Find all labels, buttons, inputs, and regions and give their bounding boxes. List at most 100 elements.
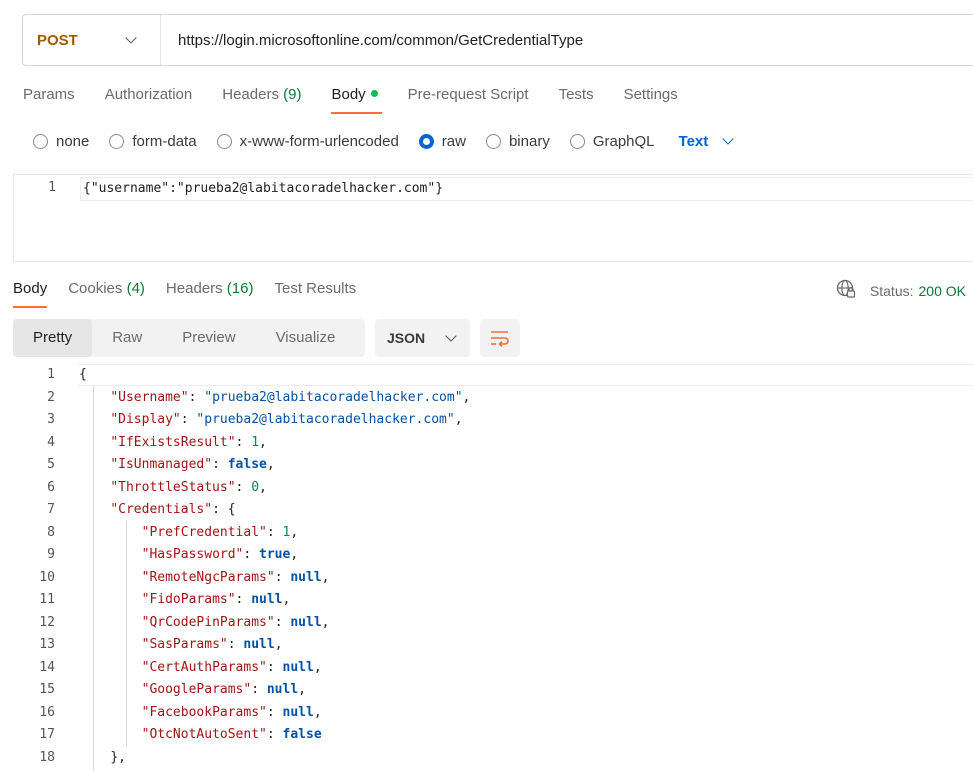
code-line: 6 "ThrottleStatus": 0, (13, 477, 973, 500)
tab-authorization[interactable]: Authorization (105, 84, 193, 114)
radio-label: form-data (132, 132, 197, 150)
code-text: "Display": "prueba2@labitacoradelhacker.… (79, 409, 462, 431)
tab-settings[interactable]: Settings (624, 84, 678, 114)
radio-label: raw (441, 132, 466, 150)
tab-tests[interactable]: Tests (559, 84, 594, 114)
radio-raw[interactable]: raw (418, 132, 466, 150)
code-text: "Credentials": { (79, 499, 236, 521)
tab-body[interactable]: Body (331, 84, 382, 114)
view-preview[interactable]: Preview (162, 319, 255, 357)
status-value[interactable]: 200 OK (919, 283, 966, 299)
json-value: null (282, 704, 314, 720)
raw-format-select[interactable]: Text (679, 133, 734, 150)
radio-x-www-form-urlencoded[interactable]: x-www-form-urlencoded (216, 132, 399, 150)
code-line: 2 "Username": "prueba2@labitacoradelhack… (13, 387, 973, 410)
method-select[interactable]: POST (23, 15, 161, 65)
radio-label: GraphQL (592, 132, 655, 150)
radio-label: binary (508, 132, 550, 150)
json-punct: , (290, 547, 299, 562)
tab-cookies[interactable]: Cookies (4) (68, 278, 145, 308)
globe-icon[interactable] (836, 279, 856, 302)
tab-label: Tests (558, 86, 594, 103)
json-value: null (251, 592, 283, 607)
json-punct: : (274, 569, 291, 585)
json-punct: { (79, 367, 87, 382)
line-number: 1 (48, 180, 56, 195)
tab-count: (9) (283, 86, 302, 103)
json-punct: : (212, 457, 228, 472)
json-punct: : (235, 479, 252, 495)
json-punct: : (274, 614, 291, 630)
tab-label: Cookies (68, 280, 123, 297)
radio-checked-icon (418, 133, 434, 149)
line-number: 17 (39, 727, 55, 742)
view-mode-selector: Pretty Raw Preview Visualize (13, 319, 365, 357)
wrap-lines-button[interactable] (480, 319, 520, 357)
radio-form-data[interactable]: form-data (109, 132, 197, 150)
line-number: 4 (47, 434, 55, 450)
tab-count: (16) (226, 280, 254, 297)
radio-graphql[interactable]: GraphQL (569, 132, 655, 150)
json-key: "HasPassword" (141, 547, 244, 562)
line-number: 9 (47, 547, 55, 562)
radio-binary[interactable]: binary (485, 132, 550, 150)
code-text: "IsUnmanaged": false, (79, 454, 274, 476)
tab-response-headers[interactable]: Headers (16) (166, 278, 254, 308)
request-body-code[interactable]: {"username":"prueba2@labitacoradelhacker… (80, 177, 973, 201)
code-line: 8 "PrefCredential": 1, (13, 522, 973, 545)
code-line: 13 "SasParams": null, (13, 634, 973, 657)
code-text: "GoogleParams": null, (79, 679, 306, 701)
tab-params[interactable]: Params (23, 84, 75, 114)
json-punct: : (188, 389, 205, 405)
json-value: null (290, 614, 322, 630)
code-line: 3 "Display": "prueba2@labitacoradelhacke… (13, 409, 973, 432)
json-punct: : { (212, 502, 236, 517)
code-line: 9 "HasPassword": true, (13, 544, 973, 567)
request-body-editor[interactable]: 1 {"username":"prueba2@labitacoradelhack… (13, 174, 973, 262)
radio-none[interactable]: none (33, 133, 89, 150)
json-key: "Username" (110, 389, 189, 405)
url-input[interactable]: https://login.microsoftonline.com/common… (161, 32, 583, 49)
json-key: "IsUnmanaged" (110, 457, 213, 472)
view-visualize[interactable]: Visualize (256, 319, 356, 357)
json-value: "prueba2@labitacoradelhacker.com" (204, 389, 463, 405)
tab-label: Params (23, 86, 75, 103)
code-text: "FidoParams": null, (79, 589, 291, 611)
code-text: "QrCodePinParams": null, (79, 612, 330, 634)
chevron-down-icon (445, 330, 457, 342)
tab-test-results[interactable]: Test Results (274, 278, 356, 308)
line-number: 15 (39, 682, 55, 697)
json-key: "RemoteNgcParams" (141, 569, 275, 585)
view-raw[interactable]: Raw (92, 319, 162, 357)
json-value: true (259, 547, 291, 562)
code-text: "ThrottleStatus": 0, (79, 477, 267, 499)
json-key: "Credentials" (110, 502, 213, 517)
response-format-select[interactable]: JSON (375, 319, 470, 357)
json-punct: : (266, 524, 283, 540)
radio-icon (569, 133, 585, 149)
json-punct: : (266, 659, 283, 675)
json-punct: , (462, 389, 471, 405)
tab-label: Body (331, 86, 366, 103)
code-line: 15 "GoogleParams": null, (13, 679, 973, 702)
code-text: "OtcNotAutoSent": false (79, 724, 322, 746)
response-body-viewer[interactable]: 1{2 "Username": "prueba2@labitacoradelha… (13, 364, 973, 771)
tab-response-body[interactable]: Body (13, 278, 48, 308)
code-line: 10 "RemoteNgcParams": null, (13, 567, 973, 590)
tab-pre-request-script[interactable]: Pre-request Script (408, 84, 529, 114)
json-punct: , (282, 592, 291, 607)
code-text: "SasParams": null, (79, 634, 283, 656)
json-punct: , (321, 614, 330, 630)
radio-label: x-www-form-urlencoded (239, 132, 399, 150)
code-text: "PrefCredential": 1, (79, 522, 299, 544)
line-number: 8 (47, 524, 55, 540)
view-pretty[interactable]: Pretty (13, 319, 93, 357)
tab-headers[interactable]: Headers (9) (222, 84, 301, 114)
tab-label: Test Results (274, 280, 357, 297)
line-number: 5 (47, 457, 55, 472)
method-label: POST (37, 31, 78, 49)
code-line: 7 "Credentials": { (13, 499, 973, 522)
line-number: 3 (47, 412, 55, 427)
line-number: 7 (47, 502, 55, 517)
json-key: "SasParams" (141, 637, 228, 652)
